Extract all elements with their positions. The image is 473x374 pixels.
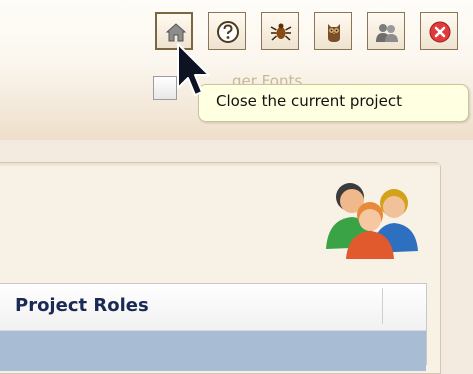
owl-icon — [328, 24, 340, 42]
home-icon — [165, 23, 187, 42]
column-separator[interactable] — [382, 288, 383, 324]
panel-top-edge — [0, 163, 440, 167]
bug-icon — [270, 23, 292, 41]
content-panel: Project Roles — [0, 162, 441, 374]
option-checkbox[interactable] — [153, 76, 177, 100]
users-icon — [376, 24, 398, 42]
close-circle-icon — [429, 21, 451, 43]
mouse-cursor-icon — [177, 43, 210, 96]
column-header-project-roles[interactable]: Project Roles — [15, 295, 149, 316]
table-header[interactable]: Project Roles — [0, 284, 426, 331]
table-row-selected[interactable] — [0, 331, 426, 371]
close-project-button[interactable] — [420, 12, 458, 50]
bug-button[interactable] — [261, 12, 299, 50]
project-roles-table: Project Roles — [0, 283, 427, 371]
owl-button[interactable] — [314, 12, 352, 50]
users-button[interactable] — [367, 12, 405, 50]
tooltip: Close the current project — [198, 84, 469, 122]
help-icon — [217, 21, 239, 43]
people-icon — [326, 183, 418, 259]
